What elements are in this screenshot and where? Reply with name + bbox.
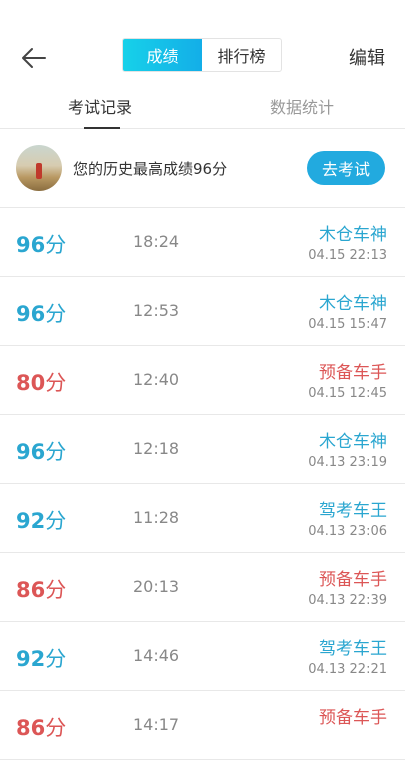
top-bar: 成绩 排行榜 编辑	[0, 22, 405, 88]
score: 80分	[16, 367, 66, 397]
score-unit: 分	[45, 509, 67, 533]
arrow-left-icon	[22, 48, 46, 68]
tab-scores[interactable]: 成绩	[123, 39, 202, 71]
score-value: 96	[16, 233, 46, 257]
take-exam-button[interactable]: 去考试	[307, 151, 385, 185]
best-score-text: 您的历史最高成绩96分	[73, 160, 228, 178]
exam-date: 04.13 22:21	[308, 662, 387, 677]
score-value: 96	[16, 440, 46, 464]
score-unit: 分	[45, 440, 67, 464]
sub-tab-bar: 考试记录 数据统计	[0, 88, 405, 129]
rank-title: 木仓车神	[319, 294, 387, 314]
rank-title: 木仓车神	[319, 225, 387, 245]
exam-duration: 18:24	[133, 232, 180, 251]
score: 92分	[16, 505, 66, 535]
list-item[interactable]: 96分 18:24 木仓车神 04.15 22:13	[0, 208, 405, 277]
list-item[interactable]: 80分 12:40 预备车手 04.15 12:45	[0, 346, 405, 415]
score: 96分	[16, 436, 66, 466]
edit-button[interactable]: 编辑	[349, 44, 385, 70]
tab-statistics[interactable]: 数据统计	[270, 94, 334, 118]
rank-title: 预备车手	[319, 363, 387, 383]
status-bar	[0, 0, 405, 22]
score-unit: 分	[45, 233, 67, 257]
list-item[interactable]: 92分 11:28 驾考车王 04.13 23:06	[0, 484, 405, 553]
rank-title: 预备车手	[319, 570, 387, 590]
score-value: 92	[16, 509, 46, 533]
exam-date: 04.15 12:45	[308, 386, 387, 401]
segmented-control: 成绩 排行榜	[122, 38, 282, 72]
tab-leaderboard[interactable]: 排行榜	[202, 39, 281, 71]
tab-exam-records[interactable]: 考试记录	[68, 94, 132, 118]
exam-date: 04.13 23:06	[308, 524, 387, 539]
exam-duration: 14:17	[133, 715, 180, 734]
rank-title: 预备车手	[319, 708, 387, 728]
exam-duration: 12:18	[133, 439, 180, 458]
score-value: 86	[16, 578, 46, 602]
score-unit: 分	[45, 302, 67, 326]
best-score-banner: 您的历史最高成绩96分 去考试	[0, 129, 405, 208]
score: 86分	[16, 712, 66, 742]
exam-duration: 20:13	[133, 577, 180, 596]
back-button[interactable]	[18, 42, 50, 74]
score-value: 80	[16, 371, 46, 395]
exam-date: 04.15 22:13	[308, 248, 387, 263]
list-item[interactable]: 92分 14:46 驾考车王 04.13 22:21	[0, 622, 405, 691]
list-item[interactable]: 86分 14:17 预备车手	[0, 691, 405, 760]
avatar[interactable]	[16, 145, 62, 191]
exam-record-list: 96分 18:24 木仓车神 04.15 22:13 96分 12:53 木仓车神 04.15…	[0, 208, 405, 760]
rank-title: 驾考车王	[319, 639, 387, 659]
score: 96分	[16, 298, 66, 328]
score-unit: 分	[45, 647, 67, 671]
score-value: 92	[16, 647, 46, 671]
score-unit: 分	[45, 371, 67, 395]
rank-title: 木仓车神	[319, 432, 387, 452]
exam-duration: 11:28	[133, 508, 180, 527]
exam-date: 04.13 22:39	[308, 593, 387, 608]
list-item[interactable]: 96分 12:53 木仓车神 04.15 15:47	[0, 277, 405, 346]
list-item[interactable]: 86分 20:13 预备车手 04.13 22:39	[0, 553, 405, 622]
exam-duration: 12:53	[133, 301, 180, 320]
score: 92分	[16, 643, 66, 673]
exam-duration: 12:40	[133, 370, 180, 389]
score-unit: 分	[45, 578, 67, 602]
score: 86分	[16, 574, 66, 604]
list-item[interactable]: 96分 12:18 木仓车神 04.13 23:19	[0, 415, 405, 484]
exam-date: 04.15 15:47	[308, 317, 387, 332]
rank-title: 驾考车王	[319, 501, 387, 521]
exam-duration: 14:46	[133, 646, 180, 665]
score: 96分	[16, 229, 66, 259]
score-value: 96	[16, 302, 46, 326]
exam-date: 04.13 23:19	[308, 455, 387, 470]
